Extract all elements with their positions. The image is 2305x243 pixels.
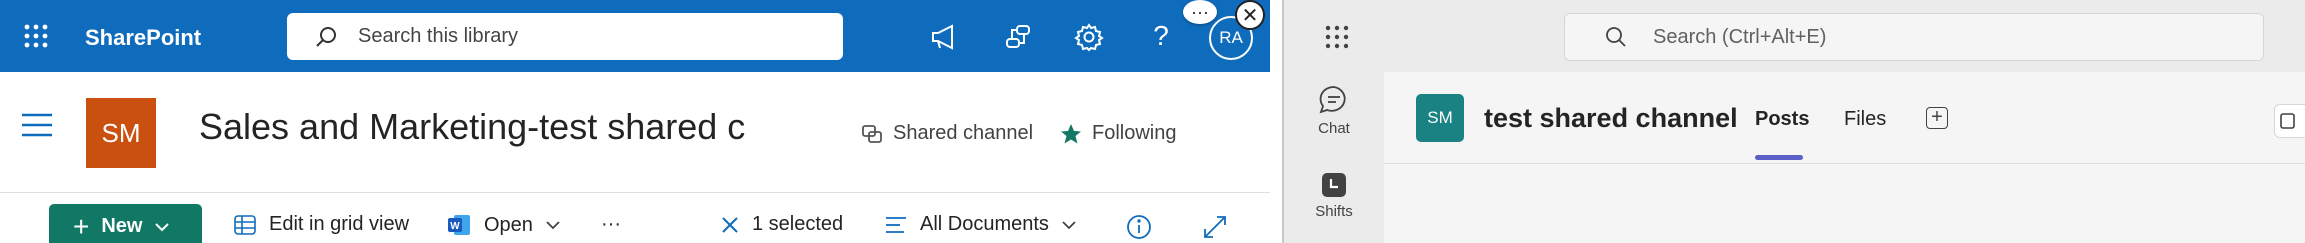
tab-files[interactable]: Files xyxy=(1844,108,1886,131)
svg-text:W: W xyxy=(450,221,460,232)
view-selector[interactable]: All Documents xyxy=(884,213,1077,236)
rail-label-chat: Chat xyxy=(1318,120,1350,137)
settings-gear-icon[interactable] xyxy=(1073,21,1105,53)
app-rail: Chat Shifts xyxy=(1284,72,1384,243)
edit-grid-view-button[interactable]: Edit in grid view xyxy=(233,213,409,236)
chevron-down-icon xyxy=(1062,220,1076,229)
tab-posts[interactable]: Posts xyxy=(1755,108,1809,131)
open-label: Open xyxy=(484,213,533,236)
app-launcher-icon[interactable] xyxy=(1324,24,1350,55)
star-icon xyxy=(1061,123,1081,143)
brand-name[interactable]: SharePoint xyxy=(85,25,201,51)
channel-name[interactable]: test shared channel xyxy=(1484,103,1738,134)
open-button[interactable]: W Open xyxy=(446,213,561,237)
rail-label-shifts: Shifts xyxy=(1315,203,1353,220)
selected-count: 1 selected xyxy=(752,213,844,235)
close-icon xyxy=(722,216,738,233)
search-icon xyxy=(1606,27,1626,47)
app-launcher-icon[interactable] xyxy=(22,22,50,50)
clear-selection-button[interactable]: 1 selected xyxy=(720,213,843,236)
megaphone-icon[interactable] xyxy=(929,22,961,52)
chat-icon xyxy=(1319,86,1346,114)
shifts-icon xyxy=(1322,173,1346,197)
view-label: All Documents xyxy=(920,213,1049,235)
site-logo[interactable]: SM xyxy=(86,98,156,168)
list-view-icon xyxy=(886,216,906,233)
video-icon xyxy=(2280,113,2295,129)
more-options-button[interactable]: ··· xyxy=(1183,0,1217,24)
connections-icon[interactable] xyxy=(1002,22,1034,52)
add-tab-button[interactable]: + xyxy=(1926,107,1948,129)
expand-icon[interactable] xyxy=(1202,214,1228,243)
following-label: Following xyxy=(1092,122,1177,144)
channel-avatar[interactable]: SM xyxy=(1416,94,1464,142)
rail-item-shifts[interactable]: Shifts xyxy=(1284,171,1384,220)
hamburger-menu-icon[interactable] xyxy=(20,112,54,143)
meet-button[interactable] xyxy=(2274,104,2305,138)
grid-icon xyxy=(234,214,256,235)
teams-search-placeholder: Search (Ctrl+Alt+E) xyxy=(1653,26,1827,48)
chevron-down-icon xyxy=(155,222,170,231)
following-button[interactable]: Following xyxy=(1060,122,1176,145)
search-box[interactable]: Search this library xyxy=(287,13,843,60)
word-icon: W xyxy=(448,215,470,235)
close-button[interactable]: ✕ xyxy=(1235,0,1265,30)
shared-channel-icon xyxy=(862,124,882,143)
plus-icon: + xyxy=(73,210,90,242)
chevron-down-icon xyxy=(546,221,560,230)
help-icon[interactable]: ? xyxy=(1148,20,1174,52)
info-icon[interactable] xyxy=(1126,214,1152,243)
selected-tab-indicator xyxy=(1755,155,1803,160)
search-icon xyxy=(316,27,336,47)
sharepoint-pane: SharePoint Search this library ? RA ··· … xyxy=(0,0,1270,243)
shared-channel-label: Shared channel xyxy=(893,122,1034,144)
search-placeholder: Search this library xyxy=(358,25,519,47)
header-divider xyxy=(0,192,1270,193)
site-title[interactable]: Sales and Marketing-test shared c xyxy=(199,106,745,148)
more-commands-button[interactable]: ··· xyxy=(601,213,621,236)
edit-grid-view-label: Edit in grid view xyxy=(269,213,410,235)
rail-item-chat[interactable]: Chat xyxy=(1284,84,1384,137)
new-button-label: New xyxy=(101,215,143,237)
new-button[interactable]: + New xyxy=(49,204,202,243)
shared-channel-link[interactable]: Shared channel xyxy=(861,122,1033,145)
teams-pane: Search (Ctrl+Alt+E) Chat Shifts SM test … xyxy=(1284,0,2305,243)
teams-search-box[interactable]: Search (Ctrl+Alt+E) xyxy=(1564,13,2264,61)
